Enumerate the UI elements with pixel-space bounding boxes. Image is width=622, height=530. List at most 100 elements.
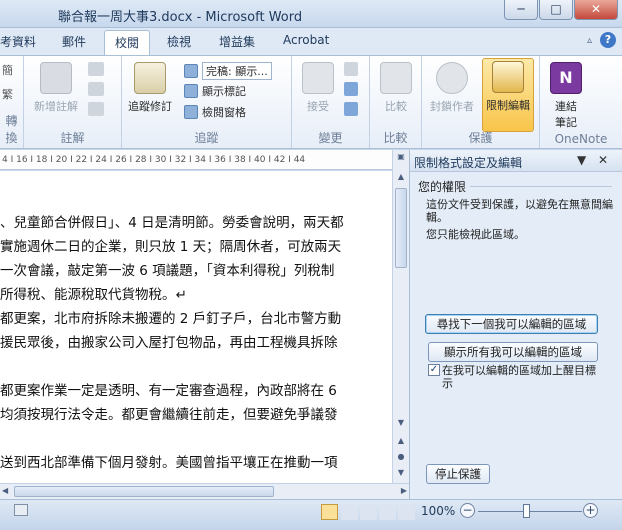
tab-acrobat[interactable]: Acrobat: [283, 33, 329, 47]
document-line: 所得稅、能源稅取代貨物稅。↵: [0, 287, 187, 303]
horizontal-scroll-thumb[interactable]: [14, 486, 274, 497]
display-review-value: 完稿: 顯示...: [202, 62, 272, 80]
zoom-slider-track[interactable]: [478, 511, 582, 512]
previous-change-icon[interactable]: [344, 82, 358, 96]
document-line: 一次會議，敲定第一波 6 項議題，「資本利得稅」列稅制: [0, 263, 335, 279]
web-layout-view-icon[interactable]: [360, 504, 377, 520]
group-label-onenote: OneNote: [554, 132, 608, 146]
full-screen-reading-view-icon[interactable]: [341, 504, 358, 520]
group-compare: 比較 比較: [370, 56, 422, 148]
document-area[interactable]: 、兒童節合併假日」、4 日是清明節。勞委會說明，兩天都 實施週休二日的企業，則只…: [0, 171, 392, 483]
document-line: 均須按現行法令走。都更會繼續往前走，但要避免爭議發: [0, 407, 338, 423]
draft-view-icon[interactable]: [398, 504, 415, 520]
new-comment-button[interactable]: 新增註解: [30, 60, 82, 114]
horizontal-scrollbar[interactable]: ◀ ▶: [0, 483, 409, 499]
window-title: 聯合報一周大事3.docx - Microsoft Word: [58, 10, 303, 25]
print-layout-view-icon[interactable]: [321, 504, 338, 520]
protection-message: 這份文件受到保護，以避免在無意間編輯。: [426, 198, 613, 224]
zoom-slider-thumb[interactable]: [523, 504, 530, 518]
onenote-icon: N: [550, 62, 582, 94]
next-change-icon[interactable]: [344, 102, 358, 116]
group-label-changes: 變更: [318, 131, 343, 145]
section-divider: [470, 186, 612, 187]
find-next-region-button[interactable]: 尋找下一個我可以編輯的區域: [425, 314, 598, 334]
zoom-out-icon[interactable]: −: [460, 503, 475, 518]
next-comment-icon[interactable]: [88, 102, 104, 116]
highlight-regions-checkbox[interactable]: ✓: [428, 364, 440, 376]
previous-comment-icon[interactable]: [88, 82, 104, 96]
scroll-up-icon[interactable]: ▲: [393, 172, 409, 181]
minimize-ribbon-icon[interactable]: ▵: [587, 35, 592, 46]
group-language: 簡 繁 轉換: [0, 56, 24, 148]
group-label-comments: 註解: [60, 131, 85, 145]
horizontal-ruler[interactable]: 4 I 16 I 18 I 20 I 22 I 24 I 26 I 28 I 3…: [0, 150, 392, 170]
ribbon-tabs: 考資料 郵件 校閱 檢視 增益集 Acrobat ▵ ?: [0, 28, 622, 56]
linked-notes-label: 連結 筆記: [555, 100, 577, 129]
maximize-button[interactable]: □: [539, 0, 573, 20]
tab-mailings[interactable]: 郵件: [62, 33, 86, 50]
show-all-regions-button[interactable]: 顯示所有我可以編輯的區域: [428, 342, 598, 362]
scroll-left-icon[interactable]: ◀: [2, 486, 8, 495]
accept-button[interactable]: 接受: [292, 60, 344, 114]
zoom-level[interactable]: 100%: [421, 504, 455, 518]
browse-object-icon[interactable]: ●: [393, 452, 409, 461]
restrict-editing-label: 限制編輯: [486, 99, 530, 112]
new-comment-icon: [40, 62, 72, 94]
pane-options-icon[interactable]: ▼: [577, 153, 586, 167]
scroll-down-icon[interactable]: ▼: [393, 418, 409, 427]
window-controls: ─ □ ✕: [504, 0, 618, 20]
tab-addins[interactable]: 增益集: [219, 33, 255, 50]
group-label-tracking: 追蹤: [194, 131, 219, 145]
group-changes: 接受 變更: [292, 56, 370, 148]
show-markup-icon: [184, 84, 198, 98]
minimize-button[interactable]: ─: [504, 0, 538, 20]
ruler-toggle-icon[interactable]: ▣: [393, 152, 409, 161]
tab-review[interactable]: 校閱: [104, 30, 151, 56]
display-for-review-dropdown[interactable]: 完稿: 顯示...: [184, 62, 272, 80]
new-comment-label: 新增註解: [34, 100, 78, 113]
group-label-convert: 轉換: [5, 114, 18, 145]
compare-button[interactable]: 比較: [370, 60, 422, 114]
tab-bar-icons: ▵ ?: [587, 32, 616, 48]
close-button[interactable]: ✕: [574, 0, 618, 20]
scroll-right-icon[interactable]: ▶: [401, 486, 407, 495]
compare-label: 比較: [385, 100, 407, 113]
track-changes-icon: [134, 62, 166, 94]
block-authors-icon: [436, 62, 468, 94]
reject-icon[interactable]: [344, 62, 358, 76]
pane-header: 限制格式設定及編輯 ▼ ✕: [410, 150, 622, 172]
group-label-protect: 保護: [468, 131, 493, 145]
document-line: 、兒童節合併假日」、4 日是清明節。勞委會說明，兩天都: [0, 215, 344, 231]
tab-references[interactable]: 考資料: [0, 33, 36, 50]
tab-view[interactable]: 檢視: [167, 33, 191, 50]
restrict-editing-button[interactable]: 限制編輯: [482, 58, 534, 132]
vertical-scrollbar[interactable]: ▣ ▲ ▼ ▲ ● ▼: [392, 150, 409, 483]
track-changes-button[interactable]: 追蹤修訂: [124, 60, 176, 114]
delete-comment-icon[interactable]: [88, 62, 104, 76]
previous-page-icon[interactable]: ▲: [393, 436, 409, 445]
ribbon: 簡 繁 轉換 新增註解 註解 追蹤修訂 完稿: 顯示... 顯示標記 檢閱窗格: [0, 55, 622, 149]
group-comments: 新增註解 註解: [24, 56, 122, 148]
lock-icon: [492, 61, 524, 93]
block-authors-button[interactable]: 封鎖作者: [426, 60, 478, 114]
pane-title: 限制格式設定及編輯: [414, 156, 523, 170]
status-bar: 100% − +: [0, 499, 622, 530]
reviewing-pane-button[interactable]: 檢閱窗格: [184, 104, 246, 120]
linked-notes-button[interactable]: N 連結 筆記: [540, 60, 592, 130]
macro-recording-icon[interactable]: [14, 504, 28, 516]
vertical-scroll-thumb[interactable]: [395, 188, 407, 268]
accept-icon: [302, 62, 334, 94]
next-page-icon[interactable]: ▼: [393, 468, 409, 477]
pane-close-icon[interactable]: ✕: [598, 153, 608, 167]
zoom-in-icon[interactable]: +: [583, 503, 598, 518]
convert-traditional-label[interactable]: 繁: [2, 86, 13, 102]
document-line: 都更案，北市府拆除未搬遷的 2 戶釘子戶，台北市警方動: [0, 311, 342, 327]
track-changes-label: 追蹤修訂: [128, 100, 172, 113]
help-icon[interactable]: ?: [600, 32, 616, 48]
group-label-compare: 比較: [383, 131, 408, 145]
outline-view-icon[interactable]: [379, 504, 396, 520]
show-markup-button[interactable]: 顯示標記: [184, 83, 246, 99]
view-only-message: 您只能檢視此區域。: [426, 228, 525, 241]
convert-simplified-label[interactable]: 簡: [2, 62, 13, 78]
stop-protection-button[interactable]: 停止保護: [426, 464, 490, 484]
